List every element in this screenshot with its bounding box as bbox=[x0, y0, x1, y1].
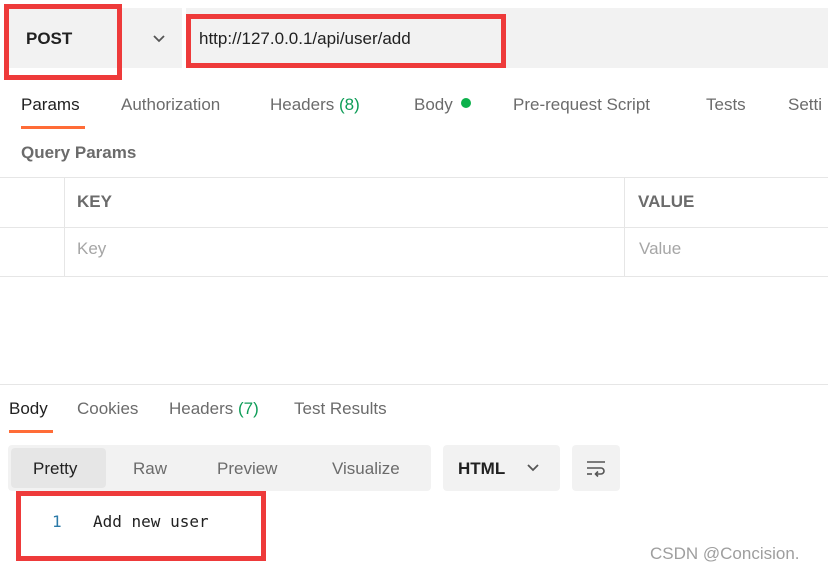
response-tab-headers[interactable]: Headers (7) bbox=[169, 399, 259, 419]
response-divider bbox=[0, 384, 828, 385]
response-body-text: Add new user bbox=[93, 512, 209, 531]
watermark: CSDN @Concision. bbox=[650, 544, 800, 563]
wrap-lines-icon bbox=[587, 461, 605, 478]
tab-headers-label: Headers bbox=[270, 95, 335, 114]
view-mode-visualize[interactable]: Visualize bbox=[332, 459, 400, 479]
table-border-top bbox=[0, 177, 828, 178]
url-text[interactable]: http://127.0.0.1/api/user/add bbox=[199, 29, 411, 49]
method-label: POST bbox=[26, 29, 73, 48]
chevron-down-icon[interactable] bbox=[150, 30, 168, 48]
tab-tests[interactable]: Tests bbox=[706, 95, 746, 115]
tab-pre-request-script[interactable]: Pre-request Script bbox=[513, 95, 650, 115]
response-tab-cookies[interactable]: Cookies bbox=[77, 399, 138, 419]
tab-body[interactable]: Body bbox=[414, 95, 471, 115]
table-border-mid bbox=[0, 227, 828, 228]
view-mode-raw[interactable]: Raw bbox=[133, 459, 167, 479]
value-input[interactable]: Value bbox=[639, 239, 681, 259]
chevron-down-icon bbox=[527, 464, 539, 472]
format-label: HTML bbox=[458, 459, 506, 478]
column-header-key: KEY bbox=[77, 192, 112, 211]
query-params-title: Query Params bbox=[21, 143, 137, 162]
table-divider-right bbox=[624, 177, 625, 277]
key-input[interactable]: Key bbox=[77, 239, 106, 259]
view-mode-preview[interactable]: Preview bbox=[217, 459, 277, 479]
tab-params-underline bbox=[21, 126, 85, 129]
tab-params[interactable]: Params bbox=[21, 95, 80, 115]
tab-headers[interactable]: Headers (8) bbox=[270, 95, 360, 115]
column-header-value: VALUE bbox=[638, 192, 695, 211]
table-divider-left bbox=[64, 177, 65, 277]
response-tab-headers-label: Headers bbox=[169, 399, 234, 418]
view-mode-pretty[interactable]: Pretty bbox=[33, 459, 77, 479]
table-border-bottom bbox=[0, 276, 828, 277]
response-tab-test-results[interactable]: Test Results bbox=[294, 399, 387, 419]
response-tab-body[interactable]: Body bbox=[9, 399, 48, 419]
tab-authorization[interactable]: Authorization bbox=[121, 95, 220, 115]
response-tab-headers-count: (7) bbox=[238, 399, 259, 418]
response-tab-body-underline bbox=[9, 430, 53, 433]
tab-headers-count: (8) bbox=[339, 95, 360, 114]
tab-body-label: Body bbox=[414, 95, 453, 114]
body-indicator-dot bbox=[460, 98, 471, 108]
line-number: 1 bbox=[52, 512, 62, 531]
tab-settings[interactable]: Setti bbox=[788, 95, 822, 115]
